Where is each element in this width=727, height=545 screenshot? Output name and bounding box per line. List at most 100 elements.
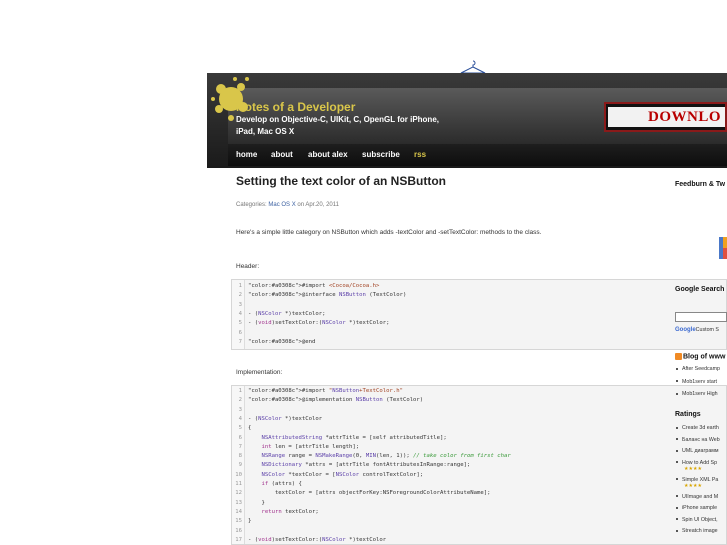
code-line: 7 int len = [attrTitle length]; xyxy=(232,443,726,452)
code-text: textColor = [attrs objectForKey:NSForegr… xyxy=(248,490,491,497)
rating-list-item[interactable]: Баланс на Web xyxy=(676,437,720,443)
code-line: 3 xyxy=(232,406,726,415)
line-number: 8 xyxy=(238,453,242,460)
line-number: 6 xyxy=(238,434,242,441)
line-number: 10 xyxy=(235,471,242,478)
google-search-heading: Google Search xyxy=(675,286,725,293)
meta-date: on Apr.20, 2011 xyxy=(297,202,339,208)
rating-list-item[interactable]: UIImage and M xyxy=(676,494,718,500)
blog-heading-text[interactable]: Blog of www xyxy=(683,353,725,360)
header-code-block: 1 "color:#a0308c">#import <Cocoa/Cocoa.h>… xyxy=(231,279,727,350)
code-line: 7 "color:#a0308c">@end xyxy=(232,338,726,347)
rss-icon xyxy=(675,353,682,360)
code-line: 8 NSRange range = NSMakeRange(0, MIN(len… xyxy=(232,452,726,461)
rating-stars: ★★★★ xyxy=(684,465,702,472)
code-text: NSDictionary *attrs = [attrTitle fontAtt… xyxy=(261,462,471,469)
line-number: 12 xyxy=(235,490,242,497)
code-line: 6 xyxy=(232,329,726,338)
rating-list-item[interactable]: Spin UI Object, xyxy=(676,517,718,523)
code-text: "color:#a0308c">@implementation NSButton… xyxy=(248,397,424,404)
nav-about[interactable]: about xyxy=(271,150,293,159)
line-number: 1 xyxy=(238,388,242,394)
rating-list-item[interactable]: Create 3d earth xyxy=(676,425,719,431)
code-text: NSColor *textColor = [NSColor controlTex… xyxy=(261,471,424,478)
line-number: 5 xyxy=(238,320,242,327)
rating-list-item[interactable]: Streatch image xyxy=(676,528,718,534)
site-tagline: Develop on Objective-C, UIKit, C, OpenGL… xyxy=(236,115,439,136)
code-text: NSRange range = NSMakeRange(0, MIN(len, … xyxy=(261,453,511,460)
meta-prefix: Categories: xyxy=(236,202,267,208)
code-line: 15} xyxy=(232,517,726,526)
nav-about-alex[interactable]: about alex xyxy=(308,150,348,159)
code-line: 17 - (void)setTextColor:(NSColor *)textCo… xyxy=(232,536,726,544)
code-line: 14 return textColor; xyxy=(232,508,726,517)
code-text: - (NSColor *)textColor; xyxy=(248,310,326,317)
code-text: int len = [attrTitle length]; xyxy=(261,443,360,450)
line-number: 3 xyxy=(238,301,242,308)
code-line: 5 - (void)setTextColor:(NSColor *)textCol… xyxy=(232,319,726,328)
nav-rss[interactable]: rss xyxy=(414,150,426,159)
code-text: "color:#a0308c">#import <Cocoa/Cocoa.h> xyxy=(248,283,380,289)
code-line: 10 NSColor *textColor = [NSColor control… xyxy=(232,471,726,480)
line-number: 7 xyxy=(238,338,242,345)
code-line: 1 "color:#a0308c">#import <Cocoa/Cocoa.h> xyxy=(232,282,726,291)
line-number: 17 xyxy=(235,536,242,543)
line-number: 13 xyxy=(235,499,242,506)
rating-list-item[interactable]: Simple XML Pa ★★★★ xyxy=(676,477,718,489)
google-custom-search-label: GoogleCustom S xyxy=(675,327,719,333)
code-line: 4 - (NSColor *)textColor; xyxy=(232,310,726,319)
code-text: } xyxy=(248,518,252,525)
header-label: Header: xyxy=(236,263,260,270)
rating-list-item[interactable]: iPhone sample xyxy=(676,505,717,511)
blog-list-item[interactable]: Mob1serv High xyxy=(676,391,718,397)
line-number: 9 xyxy=(238,462,242,469)
code-line: 3 xyxy=(232,301,726,310)
rating-list-item[interactable]: How to Add Sp ★★★★ xyxy=(676,460,717,472)
code-text: if (attrs) { xyxy=(261,481,302,487)
blog-list-item[interactable]: Mob1serv start xyxy=(676,379,717,385)
code-line: 4 - (NSColor *)textColor xyxy=(232,415,726,424)
implementation-label: Implementation: xyxy=(236,369,283,376)
line-number: 14 xyxy=(235,508,242,515)
nav-home[interactable]: home xyxy=(236,150,257,159)
code-line: 11 if (attrs) { xyxy=(232,480,726,489)
download-banner[interactable]: DOWNLO xyxy=(604,102,727,132)
rating-list-item[interactable]: UML диаграмм xyxy=(676,448,719,454)
code-line: 13 } xyxy=(232,499,726,508)
ratings-heading: Ratings xyxy=(675,411,701,418)
code-line: 2 "color:#a0308c">@implementation NSButto… xyxy=(232,396,726,405)
code-line: 5{ xyxy=(232,424,726,433)
line-number: 4 xyxy=(238,310,242,317)
code-line: 12 textColor = [attrs objectForKey:NSFor… xyxy=(232,489,726,498)
post-intro: Here's a simple little category on NSBut… xyxy=(236,229,542,236)
category-link[interactable]: Mac OS X xyxy=(268,202,295,208)
main-nav: home about about alex subscribe rss xyxy=(228,144,727,166)
line-number: 5 xyxy=(238,425,242,432)
code-text: - (void)setTextColor:(NSColor *)textColo… xyxy=(248,320,390,327)
code-text: { xyxy=(248,425,252,432)
banner-inner: DOWNLO xyxy=(608,107,725,127)
code-line: 2 "color:#a0308c">@interface NSButton (Te… xyxy=(232,291,726,300)
implementation-code-block: 1 "color:#a0308c">#import "NSButton+TextC… xyxy=(231,385,727,545)
site-title[interactable]: Notes of a Developer xyxy=(236,100,355,114)
line-number: 16 xyxy=(235,527,242,534)
code-line: 9 NSDictionary *attrs = [attrTitle fontA… xyxy=(232,461,726,470)
code-text: "color:#a0308c">@end xyxy=(248,338,316,345)
line-number: 2 xyxy=(238,397,242,404)
line-number: 4 xyxy=(238,415,242,422)
line-number: 1 xyxy=(238,283,242,289)
feedburn-widget-icon[interactable] xyxy=(719,237,727,259)
rating-stars: ★★★★ xyxy=(684,482,702,489)
banner-text: DOWNLO xyxy=(648,109,722,125)
blog-list-item[interactable]: After Seedcamp xyxy=(676,366,720,372)
code-text: return textColor; xyxy=(261,508,319,515)
line-number: 3 xyxy=(238,406,242,413)
code-line: 1 "color:#a0308c">#import "NSButton+TextC… xyxy=(232,387,726,396)
post-title[interactable]: Setting the text color of an NSButton xyxy=(236,174,446,188)
google-search-input[interactable] xyxy=(675,312,727,322)
nav-subscribe[interactable]: subscribe xyxy=(362,150,400,159)
code-line: 6 NSAttributedString *attrTitle = [self … xyxy=(232,434,726,443)
code-text: - (NSColor *)textColor xyxy=(248,415,323,422)
line-number: 2 xyxy=(238,292,242,299)
code-text: } xyxy=(248,499,265,506)
